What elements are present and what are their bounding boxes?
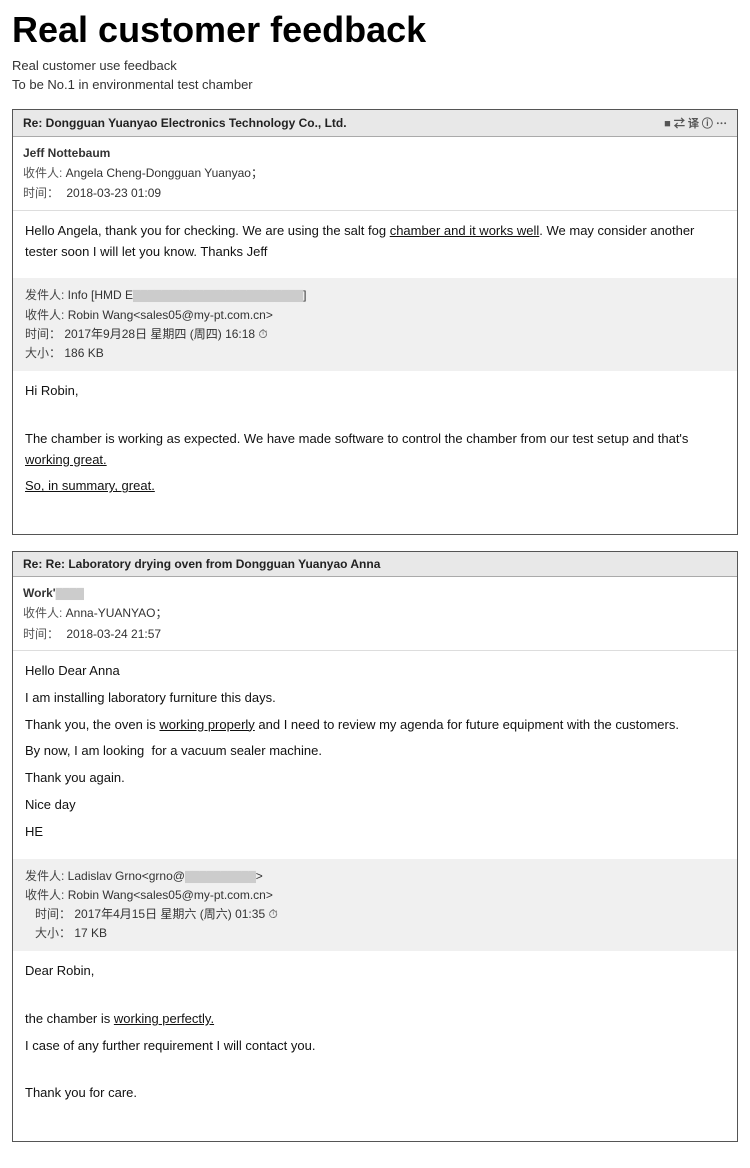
email-meta-2: Work'████ 收件人: Anna-YUANYAO； 时间： 2018-03… [13,577,737,650]
quoted-to-1: 收件人: Robin Wang<sales05@my-pt.com.cn> [25,306,725,325]
email-header-title-2: Re: Re: Laboratory drying oven from Dong… [23,557,380,571]
quoted-salutation-2: Dear Robin, [25,961,725,982]
email-header-title-1: Re: Dongguan Yuanyao Electronics Technol… [23,116,347,130]
email-line1-2: I am installing laboratory furniture thi… [25,688,725,709]
page-subtitle: Real customer use feedback To be No.1 in… [12,56,738,95]
quoted-text-1: The chamber is working as expected. We h… [25,429,725,471]
email-time-1: 时间： 2018-03-23 01:09 [23,183,727,203]
email-header-icons-1: ■ ⇄ 译 ⓘ ⋯ [664,115,727,131]
email-card-1: Re: Dongguan Yuanyao Electronics Technol… [12,109,738,535]
quoted-salutation-1: Hi Robin, [25,381,725,402]
quoted-from-2: 发件人: Ladislav Grno<grno@██████████> [25,867,725,886]
email-line3-2: By now, I am looking for a vacuum sealer… [25,741,725,762]
quoted-text-3: the chamber is working perfectly. [25,1009,725,1030]
email-to-2: 收件人: Anna-YUANYAO； [23,603,727,623]
quoted-body-1: Hi Robin, The chamber is working as expe… [13,371,737,534]
quoted-body-2: Dear Robin, the chamber is working perfe… [13,951,737,1141]
quoted-time-2: 时间： 2017年4月15日 星期六 (周六) 01:35 ⏱ [25,905,725,924]
email-header-1: Re: Dongguan Yuanyao Electronics Technol… [13,110,737,137]
email-card-2: Re: Re: Laboratory drying oven from Dong… [12,551,738,1142]
quoted-text-5: Thank you for care. [25,1083,725,1104]
quoted-to-2: 收件人: Robin Wang<sales05@my-pt.com.cn> [25,886,725,905]
email-sender-2: Work'████ [23,583,727,603]
email-line2-2: Thank you, the oven is working properly … [25,715,725,736]
email-body-1: Hello Angela, thank you for checking. We… [13,210,737,279]
email-line5-2: Nice day [25,795,725,816]
email-sender-1: Jeff Nottebaum [23,143,727,163]
email-header-2: Re: Re: Laboratory drying oven from Dong… [13,552,737,577]
quoted-time-1: 时间： 2017年9月28日 星期四 (周四) 16:18 ⏱ [25,325,725,344]
email-body-text-1: Hello Angela, thank you for checking. We… [25,221,725,263]
email-line4-2: Thank you again. [25,768,725,789]
quoted-block-1: 发件人: Info [HMD E████████████████████████… [13,278,737,371]
email-line6-2: HE [25,822,725,843]
quoted-size-2: 大小： 17 KB [25,924,725,943]
quoted-from-1: 发件人: Info [HMD E████████████████████████… [25,286,725,305]
email-greeting-2: Hello Dear Anna [25,661,725,682]
quoted-block-2: 发件人: Ladislav Grno<grno@██████████> 收件人:… [13,859,737,952]
email-time-2: 时间： 2018-03-24 21:57 [23,624,727,644]
quoted-text-2: So, in summary, great. [25,476,725,497]
page-title: Real customer feedback [12,10,738,50]
email-to-1: 收件人: Angela Cheng-Dongguan Yuanyao； [23,163,727,183]
quoted-text-4: I case of any further requirement I will… [25,1036,725,1057]
email-meta-1: Jeff Nottebaum 收件人: Angela Cheng-Donggua… [13,137,737,210]
email-body-2: Hello Dear Anna I am installing laborato… [13,650,737,859]
quoted-size-1: 大小： 186 KB [25,344,725,363]
